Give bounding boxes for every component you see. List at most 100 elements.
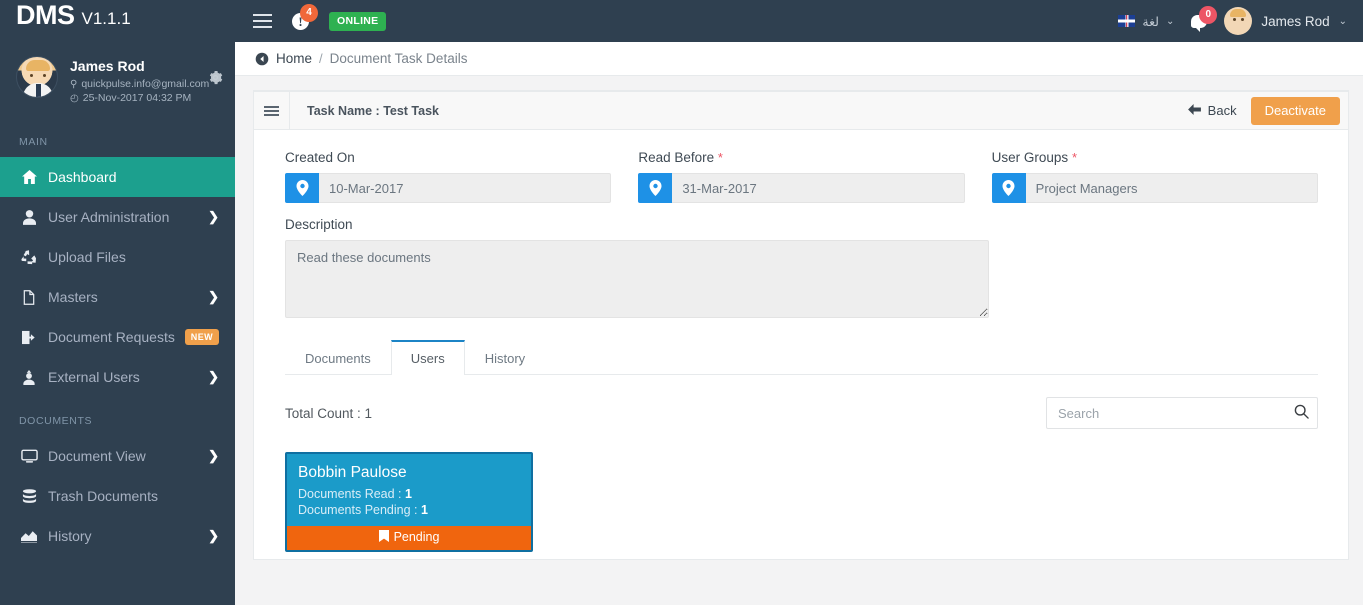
arrow-left-icon [1187,103,1201,118]
card-header-actions: Back Deactivate [1174,92,1348,129]
users-tab-panel: Total Count : 1 Bobbin [285,375,1318,552]
tab-history[interactable]: History [465,340,545,375]
back-button-label: Back [1207,103,1237,118]
document-request-icon [19,330,39,345]
input-group [285,173,612,203]
bookmark-icon [378,530,389,545]
back-button[interactable]: Back [1174,92,1251,129]
user-menu-label: James Rod [1261,13,1330,29]
profile-name: James Rod [70,58,145,74]
search-input[interactable] [1046,397,1318,429]
field-label-text: Description [285,217,353,232]
language-selector[interactable]: لغة ⌄ [1118,14,1174,29]
panel-toolbar: Total Count : 1 [285,397,1318,429]
chat-notifications[interactable]: 0 [1191,5,1218,32]
documents-pending-value: 1 [421,503,428,517]
card-menu-icon[interactable] [254,92,290,129]
sidebar-item-label: External Users [48,369,140,385]
form-row-dates: Created On 10-Mar-2017 Read Before * 31-… [285,150,1318,203]
total-count-label: Total Count : 1 [285,405,373,421]
topbar-left-group: ! 4 ONLINE [235,3,387,31]
user-card-list: Bobbin Paulose Documents Read : 1 Docume… [285,452,1318,552]
read-before-input[interactable] [672,173,965,203]
clock-icon: ◴ [70,92,79,104]
sidebar-profile: James Rod ⚲ quickpulse.info@gmail.com ◴ … [0,42,235,118]
search-field-wrapper [1046,397,1318,429]
field-label: User Groups * [992,150,1318,165]
user-card[interactable]: Bobbin Paulose Documents Read : 1 Docume… [285,452,533,552]
description-textarea[interactable]: Read these documents [285,240,989,318]
created-on-input[interactable] [319,173,612,203]
sidebar-item-user-administration[interactable]: User Administration ❯ [0,197,235,237]
sidebar-item-label: History [48,528,92,544]
chevron-right-icon: ❯ [208,209,219,224]
profile-email-row: ⚲ quickpulse.info@gmail.com [70,78,209,90]
user-menu[interactable]: James Rod ⌄ [1224,7,1347,35]
sidebar-item-masters[interactable]: Masters ❯ [0,277,235,317]
tab-users[interactable]: Users [390,340,465,375]
sidebar-item-document-view[interactable]: Document View ❯ [0,436,235,476]
search-icon[interactable] [1294,404,1309,419]
profile-avatar[interactable] [16,56,58,98]
location-pin-icon[interactable] [285,173,319,203]
field-read-before: Read Before * [638,150,965,203]
page-area: Task Name : Test Task Back Deactivate Cr… [235,76,1363,605]
sidebar-item-external-users[interactable]: External Users ❯ [0,357,235,397]
hamburger-icon[interactable] [253,14,272,28]
home-icon [19,170,39,184]
alert-notifications[interactable]: ! 4 [292,3,318,30]
brand-name: DMS [16,0,75,30]
tab-documents[interactable]: Documents [285,340,391,375]
status-badge: Pending [287,526,531,550]
sidebar-item-label: Document View [48,448,146,464]
location-pin-icon[interactable] [638,173,673,203]
brand-logo[interactable]: DMS V1.1.1 [0,0,235,42]
required-marker: * [1071,150,1078,165]
breadcrumb-home[interactable]: Home [276,51,312,66]
field-label-text: Created On [285,150,355,165]
input-group [991,173,1318,203]
breadcrumb-current: Document Task Details [329,51,468,66]
chat-badge: 0 [1199,5,1218,24]
main-content: Home / Document Task Details Task Name :… [235,42,1363,605]
user-groups-input[interactable] [1025,173,1318,203]
tab-bar: Documents Users History [285,340,1318,375]
status-label: Pending [393,530,440,545]
chevron-right-icon: ❯ [208,289,219,304]
sidebar-item-document-requests[interactable]: Document Requests NEW [0,317,235,357]
database-icon [19,488,39,504]
sidebar-item-history[interactable]: History ❯ [0,516,235,556]
deactivate-button[interactable]: Deactivate [1250,96,1340,125]
sidebar-item-label: Upload Files [48,249,126,265]
sidebar-item-trash-documents[interactable]: Trash Documents [0,476,235,516]
documents-read-value: 1 [405,487,412,501]
top-navbar: DMS V1.1.1 ! 4 ONLINE لغة ⌄ 0 James Rod … [0,0,1363,42]
sidebar-item-badge-new: NEW [184,329,219,345]
sidebar-item-upload-files[interactable]: Upload Files [0,237,235,277]
sidebar-item-label: Masters [48,289,98,305]
app-root: DMS V1.1.1 ! 4 ONLINE لغة ⌄ 0 James Rod … [0,0,1363,605]
status-badge-online[interactable]: ONLINE [329,11,387,31]
monitor-icon [19,449,39,463]
field-label: Created On [285,150,611,165]
field-created-on: Created On [285,150,612,203]
chevron-right-icon: ❯ [208,448,219,463]
user-card-documents-read: Documents Read : 1 [287,487,531,503]
task-details-card: Task Name : Test Task Back Deactivate Cr… [253,90,1349,560]
language-label: لغة [1142,14,1159,29]
sidebar-item-dashboard[interactable]: Dashboard [0,157,235,197]
avatar [1224,7,1253,35]
sidebar: James Rod ⚲ quickpulse.info@gmail.com ◴ … [0,42,235,605]
topbar-right-group: لغة ⌄ 0 James Rod ⌄ [1118,5,1363,35]
body-row: James Rod ⚲ quickpulse.info@gmail.com ◴ … [0,42,1363,605]
uk-flag-icon [1118,15,1136,27]
chevron-down-icon: ⌄ [1338,15,1347,27]
page-title: Task Name : Test Task [307,103,440,118]
breadcrumb-separator: / [319,51,323,66]
chevron-right-icon: ❯ [208,369,219,384]
location-pin-icon[interactable] [991,173,1026,203]
field-label: Read Before * [638,150,964,165]
gear-icon[interactable] [208,70,223,89]
field-label-text: Read Before [638,150,715,165]
chart-icon [19,529,39,543]
